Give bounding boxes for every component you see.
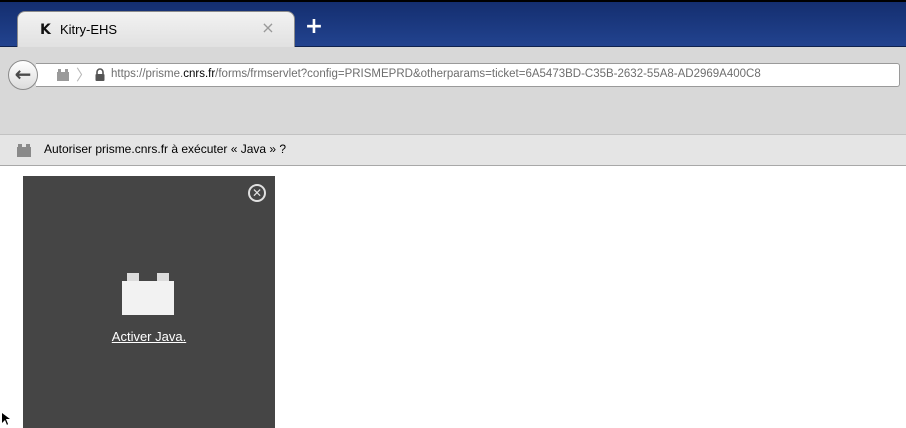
url-bar[interactable]: 〉 https://prisme.cnrs.fr/forms/frmservle… (36, 63, 900, 87)
plugin-block-icon (122, 273, 174, 315)
tab-strip: K Kitry-EHS × + (0, 2, 906, 47)
url-prefix: https://prisme. (111, 68, 184, 80)
tab-close-icon[interactable]: × (260, 20, 276, 36)
url-path: /forms/frmservlet?config=PRISMEPRD&other… (215, 68, 761, 80)
new-tab-icon[interactable]: + (302, 16, 326, 40)
plugin-notification-bar: Autoriser prisme.cnrs.fr à exécuter « Ja… (0, 134, 906, 166)
tab-kitry-ehs[interactable]: K Kitry-EHS × (17, 11, 295, 47)
plugin-icon (17, 144, 31, 157)
notification-text: Autoriser prisme.cnrs.fr à exécuter « Ja… (44, 142, 287, 156)
navigation-bar: 〉 https://prisme.cnrs.fr/forms/frmservle… (0, 47, 906, 134)
chevron-right-icon: 〉 (76, 66, 92, 84)
java-plugin-placeholder[interactable]: ✕ Activer Java. (23, 176, 275, 428)
url-text[interactable]: https://prisme.cnrs.fr/forms/frmservlet?… (111, 68, 761, 80)
activate-java-link[interactable]: Activer Java. (23, 329, 275, 344)
kitry-favicon-icon: K (40, 22, 51, 38)
lock-icon[interactable] (94, 68, 106, 82)
back-button[interactable]: ← (8, 60, 38, 90)
close-icon[interactable]: ✕ (248, 184, 266, 202)
url-domain: cnrs.fr (183, 68, 216, 80)
tab-title: Kitry-EHS (60, 22, 118, 37)
plugin-icon[interactable] (56, 69, 70, 81)
mouse-cursor-icon (2, 413, 10, 425)
